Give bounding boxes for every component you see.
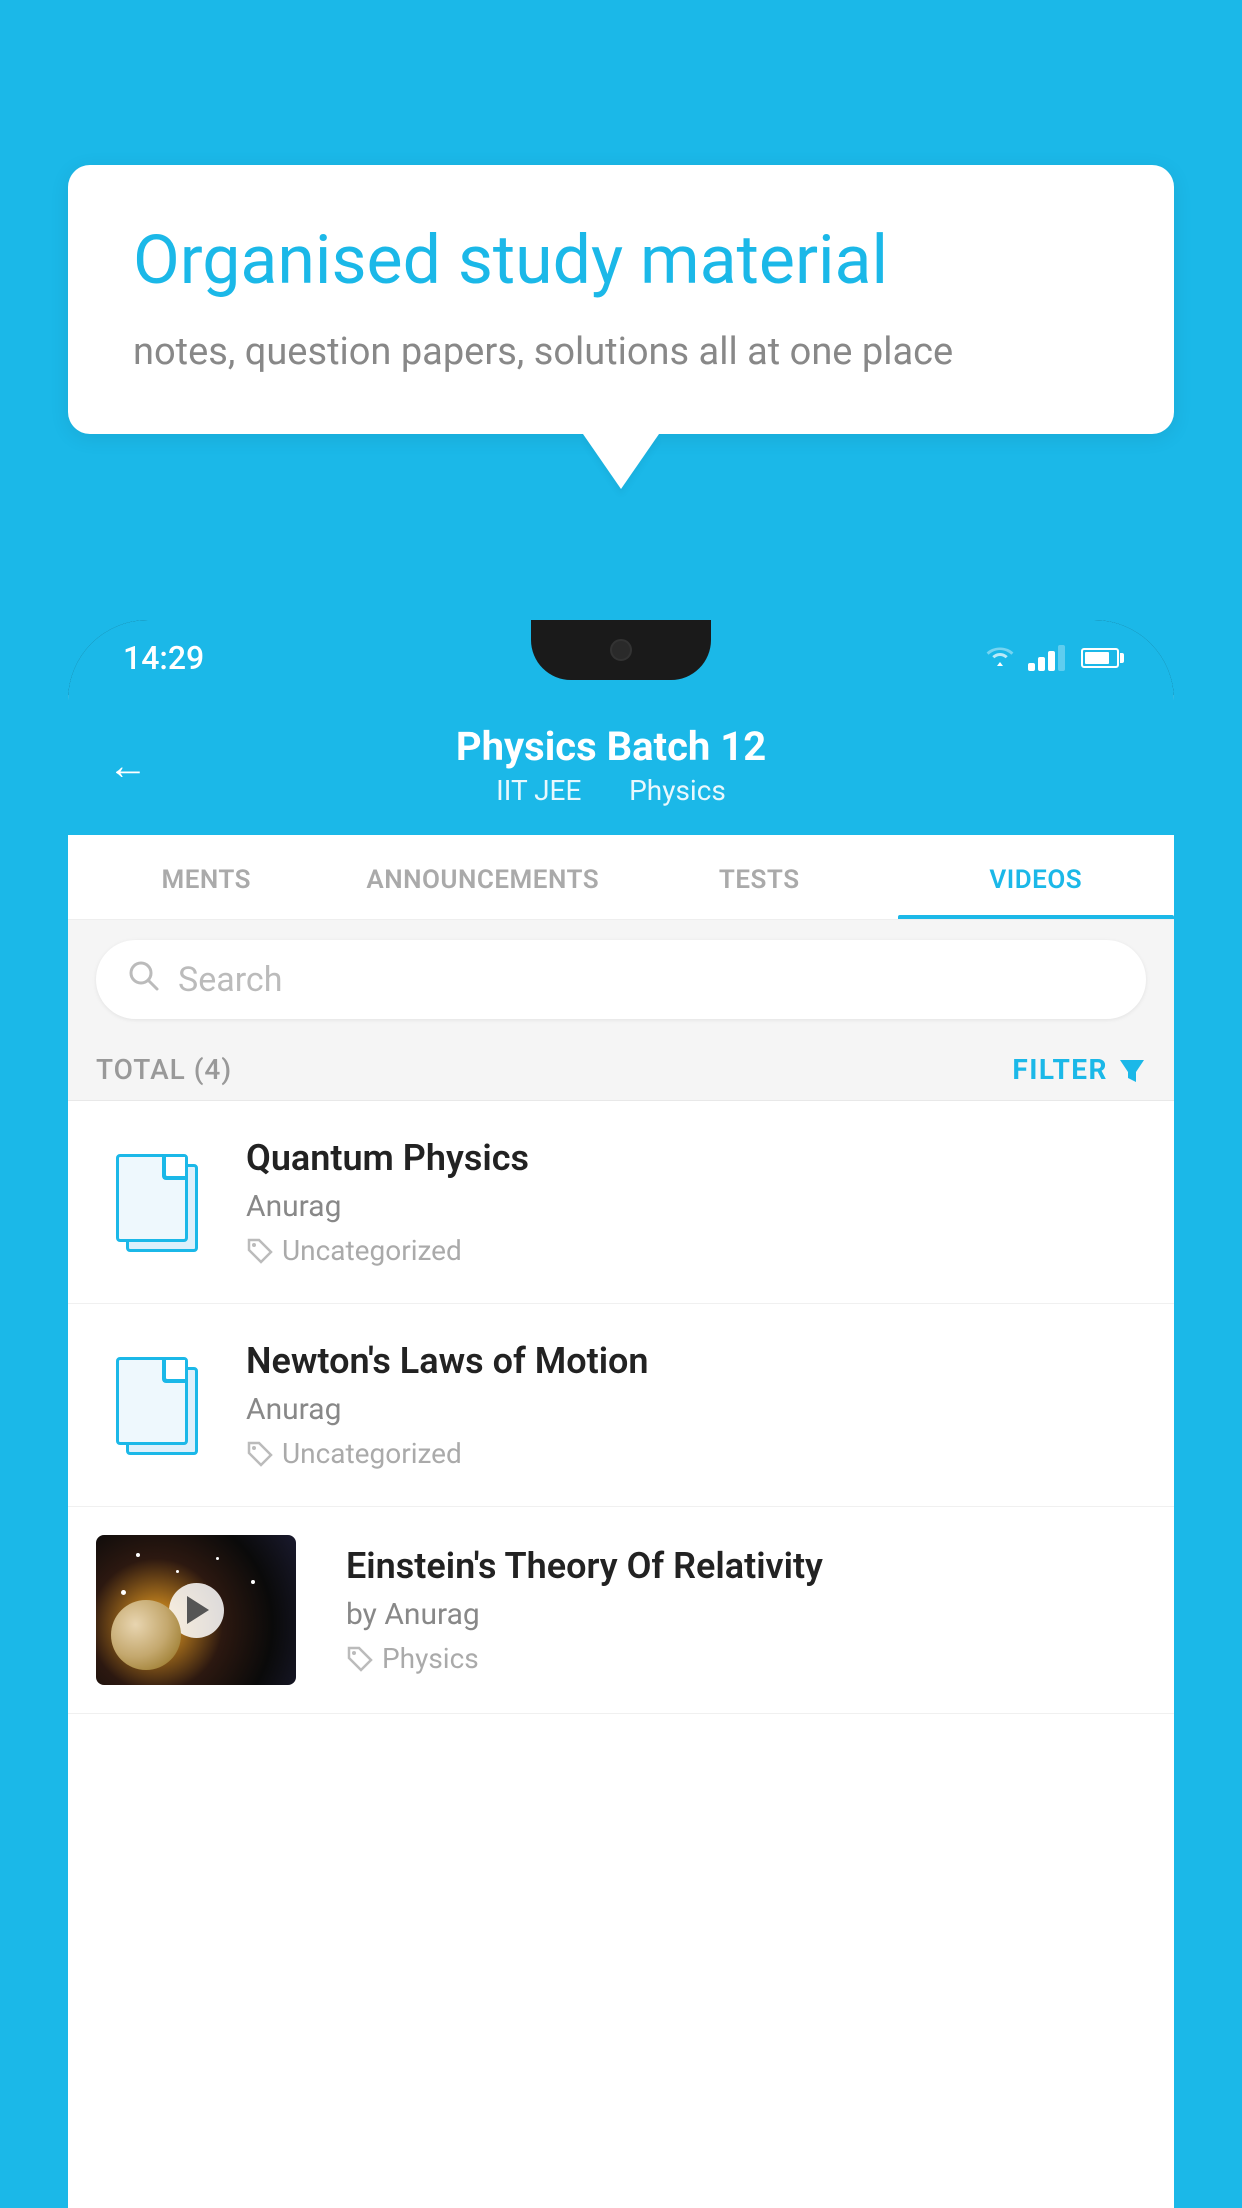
notch — [531, 620, 711, 680]
video-title-3: Einstein's Theory Of Relativity — [346, 1545, 1146, 1587]
filter-bar: TOTAL (4) FILTER — [68, 1039, 1174, 1101]
video-list: Quantum Physics Anurag Uncategorized — [68, 1101, 1174, 1714]
tag-icon — [246, 1440, 274, 1468]
total-count: TOTAL (4) — [96, 1053, 232, 1086]
signal-icon — [1028, 645, 1065, 671]
video-tag-3: Physics — [346, 1642, 1146, 1675]
tab-ments[interactable]: MENTS — [68, 835, 345, 919]
search-bar[interactable]: Search — [96, 940, 1146, 1019]
camera — [610, 639, 632, 661]
video-author-1: Anurag — [246, 1189, 1146, 1224]
wifi-icon — [984, 644, 1016, 672]
tag-physics: Physics — [629, 774, 726, 807]
search-container: Search — [68, 920, 1174, 1039]
status-bar: 14:29 — [68, 620, 1174, 695]
filter-button[interactable]: FILTER — [1012, 1053, 1146, 1086]
list-item[interactable]: Quantum Physics Anurag Uncategorized — [68, 1101, 1174, 1304]
hero-title: Organised study material — [133, 220, 1109, 302]
video-title-2: Newton's Laws of Motion — [246, 1340, 1146, 1382]
speech-bubble-card: Organised study material notes, question… — [68, 165, 1174, 434]
phone-frame: 14:29 — [68, 620, 1174, 2208]
tag-iit-jee: IIT JEE — [496, 774, 581, 807]
list-item[interactable]: Einstein's Theory Of Relativity by Anura… — [68, 1507, 1174, 1714]
speech-bubble-tail — [583, 434, 659, 489]
hero-subtitle: notes, question papers, solutions all at… — [133, 330, 1109, 374]
thumbnail-bg — [96, 1535, 296, 1685]
video-thumb-2 — [96, 1345, 216, 1465]
video-info-3: Einstein's Theory Of Relativity by Anura… — [326, 1545, 1146, 1675]
file-icon-1 — [116, 1154, 196, 1250]
play-triangle-icon — [187, 1596, 209, 1624]
file-icon-2 — [116, 1357, 196, 1453]
status-time: 14:29 — [123, 639, 204, 677]
tag-text-3: Physics — [382, 1642, 479, 1675]
battery-icon — [1081, 648, 1119, 668]
video-thumb-1 — [96, 1142, 216, 1262]
tab-videos[interactable]: VIDEOS — [898, 835, 1175, 919]
tag-icon — [246, 1237, 274, 1265]
batch-title: Physics Batch 12 — [178, 723, 1044, 770]
batch-subtitle: IIT JEE Physics — [178, 774, 1044, 807]
video-title-1: Quantum Physics — [246, 1137, 1146, 1179]
phone-screen: ← Physics Batch 12 IIT JEE Physics MENTS… — [68, 695, 1174, 2208]
video-info-1: Quantum Physics Anurag Uncategorized — [246, 1137, 1146, 1267]
video-author-2: Anurag — [246, 1392, 1146, 1427]
video-author-3: by Anurag — [346, 1597, 1146, 1632]
video-tag-2: Uncategorized — [246, 1437, 1146, 1470]
list-item[interactable]: Newton's Laws of Motion Anurag Uncategor… — [68, 1304, 1174, 1507]
tabs-bar: MENTS ANNOUNCEMENTS TESTS VIDEOS — [68, 835, 1174, 920]
speech-bubble-container: Organised study material notes, question… — [68, 165, 1174, 489]
header-title-block: Physics Batch 12 IIT JEE Physics — [178, 723, 1044, 807]
tag-text-1: Uncategorized — [282, 1234, 462, 1267]
video-info-2: Newton's Laws of Motion Anurag Uncategor… — [246, 1340, 1146, 1470]
video-thumbnail-3 — [96, 1535, 296, 1685]
status-icons — [984, 644, 1119, 672]
app-header: ← Physics Batch 12 IIT JEE Physics — [68, 695, 1174, 835]
tag-icon — [346, 1645, 374, 1673]
tab-tests[interactable]: TESTS — [621, 835, 898, 919]
search-placeholder: Search — [178, 960, 282, 1000]
tab-announcements[interactable]: ANNOUNCEMENTS — [345, 835, 622, 919]
back-button[interactable]: ← — [108, 742, 148, 789]
search-icon — [126, 958, 160, 1001]
planet-decoration — [111, 1600, 181, 1670]
tag-text-2: Uncategorized — [282, 1437, 462, 1470]
video-tag-1: Uncategorized — [246, 1234, 1146, 1267]
